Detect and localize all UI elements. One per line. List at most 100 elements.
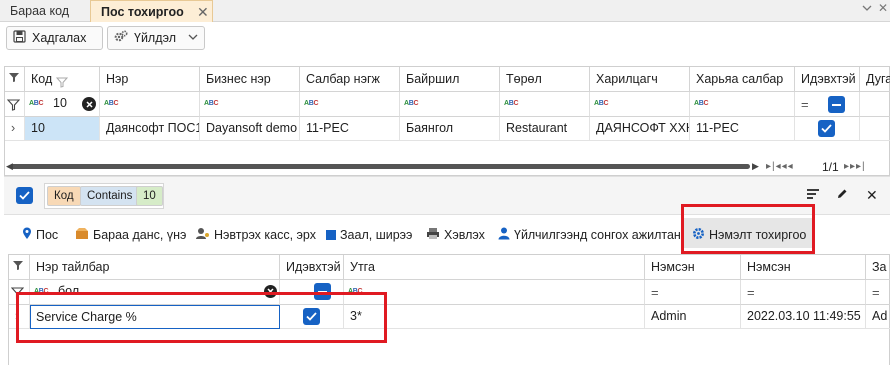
customer-filter-input[interactable]: ABC — [590, 92, 690, 117]
cell-active[interactable] — [795, 117, 860, 141]
text-filter-icon: ABC — [594, 100, 609, 107]
edit-pencil-icon[interactable] — [836, 188, 848, 203]
column-header-customer[interactable]: Харилцагч — [590, 67, 690, 92]
extra-filter-input[interactable]: = — [866, 280, 890, 305]
filter-chip-value[interactable]: 10 — [136, 186, 163, 206]
column-header-number[interactable]: Дугаа — [860, 67, 890, 92]
tab-label: Пос тохиргоо — [101, 5, 184, 19]
pager-next-last-icons[interactable]: ▸▸▸| — [844, 161, 866, 172]
cell-location[interactable]: Баянгол — [400, 117, 500, 141]
cell-business-name[interactable]: Dayansoft demo — [200, 117, 300, 141]
action-dropdown-button[interactable]: Үйлдэл — [107, 26, 205, 50]
code-filter-input[interactable]: ABC 10 — [25, 92, 100, 117]
tab-label: Бараа код — [10, 4, 70, 18]
horizontal-scrollbar[interactable] — [10, 164, 750, 169]
scroll-left-icon[interactable]: ◀ — [6, 161, 13, 172]
row-expand-icon[interactable]: › — [5, 117, 25, 141]
text-filter-icon: ABC — [104, 100, 119, 107]
nav-label: Үйлчилгээнд сонгох ажилтан — [514, 228, 681, 242]
nav-label: Пос — [36, 228, 59, 242]
cell-value[interactable]: 3* — [344, 305, 645, 329]
column-header-description[interactable]: Нэр тайлбар — [30, 255, 280, 280]
text-filter-icon: ABC — [504, 100, 519, 107]
text-filter-icon: ABC — [204, 100, 219, 107]
filter-icon[interactable] — [5, 67, 25, 92]
cell-added-at[interactable]: 2022.03.10 11:49:55 — [741, 305, 866, 329]
column-header-location[interactable]: Байршил — [400, 67, 500, 92]
close-all-icon[interactable]: ✕ — [878, 1, 888, 15]
cell-code[interactable]: 10 — [25, 117, 100, 141]
parent-branch-filter-input[interactable]: ABC — [690, 92, 795, 117]
pager-page-indicator: 1/1 — [822, 160, 839, 174]
action-label: Үйлдэл — [134, 31, 177, 45]
filter-row-icon — [5, 92, 25, 117]
location-filter-input[interactable]: ABC — [400, 92, 500, 117]
nav-hall-tables[interactable]: Заал, ширээ — [326, 226, 412, 244]
filter-chip-field[interactable]: Код — [47, 186, 81, 206]
text-filter-icon: ABC — [694, 100, 709, 107]
close-icon[interactable]: ✕ — [197, 1, 209, 23]
chevron-down-icon — [188, 27, 198, 49]
cell-added-by[interactable]: Admin — [645, 305, 741, 329]
user-key-icon — [196, 227, 210, 245]
active-filter-checkbox[interactable] — [828, 96, 845, 113]
business-name-filter-input[interactable]: ABC — [200, 92, 300, 117]
nav-label: Хэвлэх — [444, 228, 485, 242]
nav-label: Бараа данс, үнэ — [93, 228, 187, 242]
cell-type[interactable]: Restaurant — [500, 117, 590, 141]
equals-operator-icon: = — [747, 285, 755, 300]
column-header-added-at[interactable]: Нэмсэн — [741, 255, 866, 280]
text-filter-icon: ABC — [29, 100, 44, 107]
column-header-parent-branch[interactable]: Харьяа салбар — [690, 67, 795, 92]
number-filter-input[interactable] — [860, 92, 890, 117]
branch-unit-filter-input[interactable]: ABC — [300, 92, 400, 117]
cell-parent-branch[interactable]: 11-PEC — [690, 117, 795, 141]
column-header-active[interactable]: Идэвхтэй — [280, 255, 344, 280]
close-filter-icon[interactable]: ✕ — [866, 187, 878, 204]
column-header-code[interactable]: Код — [25, 67, 100, 92]
cell-number[interactable] — [860, 117, 890, 141]
filter-enabled-checkbox[interactable] — [16, 187, 33, 204]
nav-service-staff[interactable]: Үйлчилгээнд сонгох ажилтан — [498, 226, 681, 244]
nav-pos[interactable]: Пос — [22, 226, 58, 244]
added-at-filter-input[interactable]: = — [741, 280, 866, 305]
nav-print[interactable]: Хэвлэх — [426, 226, 485, 244]
square-icon — [326, 227, 336, 245]
cell-customer[interactable]: ДАЯНСОФТ ХХК — [590, 117, 690, 141]
scroll-right-icon[interactable]: ▶ — [752, 161, 759, 172]
cell-extra[interactable]: Ad — [866, 305, 890, 329]
column-header-label: Код — [31, 72, 53, 86]
tab-pos-settings[interactable]: Пос тохиргоо ✕ — [90, 0, 213, 22]
clear-filter-icon[interactable] — [82, 97, 96, 111]
nav-product-accounts[interactable]: Бараа данс, үнэ — [75, 226, 186, 244]
menu-lines-icon[interactable] — [806, 188, 820, 203]
pager-first-prev-icons[interactable]: ▸|◂◂◂ — [766, 161, 794, 172]
printer-icon — [426, 227, 440, 245]
column-header-added-by[interactable]: Нэмсэн — [645, 255, 741, 280]
cell-branch-unit[interactable]: 11-PEC — [300, 117, 400, 141]
active-filter-input[interactable]: = — [795, 92, 860, 117]
active-checkbox[interactable] — [818, 120, 835, 137]
filter-icon[interactable] — [55, 72, 69, 91]
column-header-active[interactable]: Идэвхтэй — [795, 67, 860, 92]
filter-icon[interactable] — [9, 255, 30, 280]
column-header-value[interactable]: Утга — [344, 255, 645, 280]
column-header-extra[interactable]: За — [866, 255, 890, 280]
column-header-name[interactable]: Нэр — [100, 67, 200, 92]
column-header-branch-unit[interactable]: Салбар нэгж — [300, 67, 400, 92]
floppy-disk-icon — [13, 28, 26, 50]
tab-barcode[interactable]: Бараа код — [0, 0, 79, 22]
type-filter-input[interactable]: ABC — [500, 92, 590, 117]
column-header-business-name[interactable]: Бизнес нэр — [200, 67, 300, 92]
added-by-filter-input[interactable]: = — [645, 280, 741, 305]
column-header-type[interactable]: Төрөл — [500, 67, 590, 92]
save-button[interactable]: Хадгалах — [6, 26, 103, 50]
nav-login-cashier[interactable]: Нэвтрэх касс, эрх — [196, 226, 316, 244]
name-filter-input[interactable]: ABC — [100, 92, 200, 117]
cell-name[interactable]: Даянсофт ПОС1 — [100, 117, 200, 141]
chevron-down-icon[interactable] — [862, 3, 872, 16]
box-icon — [75, 227, 89, 245]
equals-operator-icon: = — [651, 285, 659, 300]
value-filter-input[interactable]: ABC — [344, 280, 645, 305]
filter-chip-operator[interactable]: Contains — [80, 186, 140, 206]
